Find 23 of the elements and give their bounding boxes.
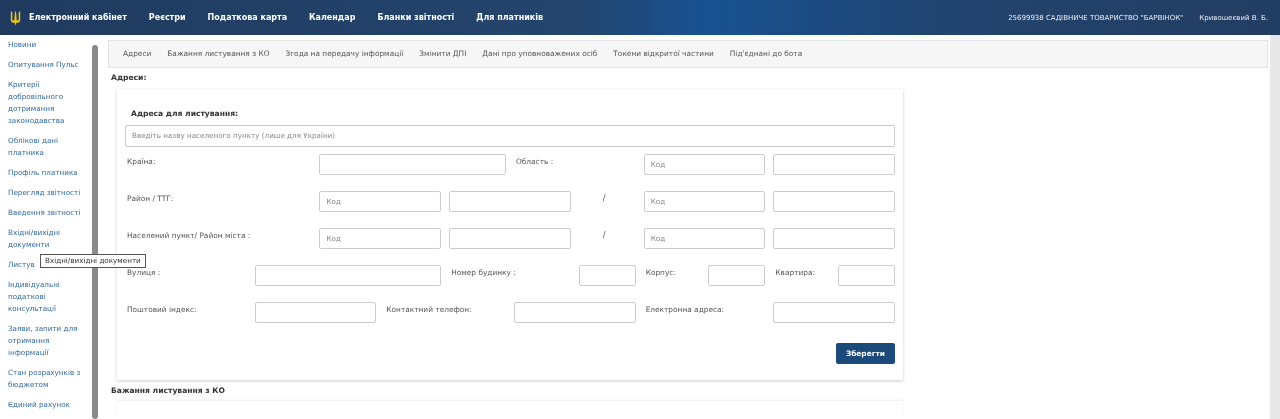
trident-logo[interactable] bbox=[10, 8, 21, 27]
input-field[interactable] bbox=[319, 153, 506, 175]
input-field[interactable] bbox=[449, 227, 571, 249]
input-field[interactable] bbox=[254, 301, 377, 323]
input-field[interactable] bbox=[514, 301, 636, 323]
separator-slash: / bbox=[602, 229, 606, 242]
input-field[interactable] bbox=[773, 190, 895, 212]
nav-link[interactable]: Реєстри bbox=[148, 13, 186, 22]
input-field[interactable] bbox=[708, 264, 766, 286]
nav-link[interactable]: Для платників bbox=[476, 13, 544, 22]
scrollbar[interactable] bbox=[1270, 35, 1280, 419]
input-field[interactable] bbox=[773, 301, 895, 323]
nav-link[interactable]: Податкова карта bbox=[207, 13, 288, 22]
input-field[interactable] bbox=[578, 264, 636, 286]
input-field[interactable] bbox=[838, 264, 895, 286]
brand-link[interactable]: Електронний кабінет bbox=[29, 13, 127, 22]
input-field[interactable] bbox=[773, 153, 895, 175]
separator-slash: / bbox=[602, 192, 606, 205]
input-field[interactable] bbox=[254, 264, 442, 286]
nav-link[interactable]: Календар bbox=[309, 13, 356, 22]
input-field[interactable] bbox=[773, 227, 895, 249]
nav-link[interactable]: Бланки звітності bbox=[377, 13, 455, 22]
input-field[interactable] bbox=[449, 190, 571, 212]
